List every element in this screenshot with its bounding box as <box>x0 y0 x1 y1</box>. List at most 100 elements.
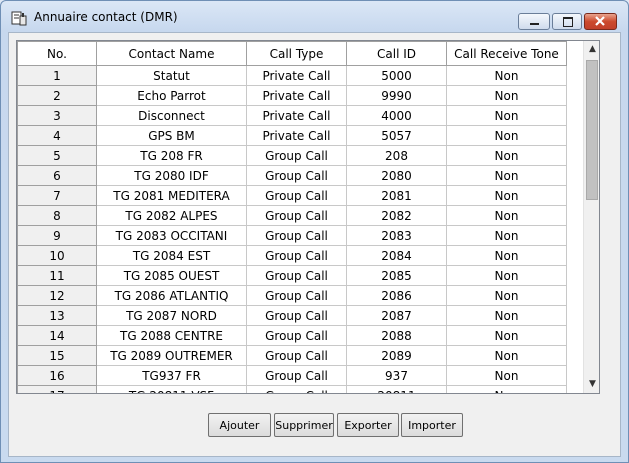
cell-no[interactable]: 10 <box>17 245 97 266</box>
cell-contact-name[interactable]: TG937 FR <box>96 365 247 386</box>
cell-call-receive-tone[interactable]: Non <box>446 285 567 306</box>
cell-call-type[interactable]: Group Call <box>246 205 347 226</box>
cell-no[interactable]: 6 <box>17 165 97 186</box>
cell-call-type[interactable]: Group Call <box>246 245 347 266</box>
close-button[interactable] <box>584 13 617 30</box>
cell-call-type[interactable]: Group Call <box>246 165 347 186</box>
table-row[interactable]: 12 TG 2086 ATLANTIQ Group Call 2086 Non <box>17 285 567 306</box>
cell-call-type[interactable]: Group Call <box>246 385 347 393</box>
cell-contact-name[interactable]: TG 2084 EST <box>96 245 247 266</box>
cell-no[interactable]: 17 <box>17 385 97 393</box>
table-row[interactable]: 6 TG 2080 IDF Group Call 2080 Non <box>17 165 567 186</box>
cell-call-receive-tone[interactable]: Non <box>446 245 567 266</box>
table-row[interactable]: 15 TG 2089 OUTREMER Group Call 2089 Non <box>17 345 567 366</box>
cell-no[interactable]: 4 <box>17 125 97 146</box>
cell-call-id[interactable]: 208 <box>346 145 447 166</box>
cell-contact-name[interactable]: TG 20811 VSF <box>96 385 247 393</box>
cell-no[interactable]: 7 <box>17 185 97 206</box>
table-row[interactable]: 1 Statut Private Call 5000 Non <box>17 65 567 86</box>
column-header-no[interactable]: No. <box>17 41 97 66</box>
scrollbar-thumb[interactable] <box>586 60 598 200</box>
table-row[interactable]: 17TG 20811 VSFGroup Call20811Non <box>17 385 567 393</box>
cell-call-id[interactable]: 2087 <box>346 305 447 326</box>
cell-contact-name[interactable]: TG 2088 CENTRE <box>96 325 247 346</box>
cell-call-type[interactable]: Group Call <box>246 345 347 366</box>
cell-contact-name[interactable]: TG 2086 ATLANTIQ <box>96 285 247 306</box>
table-row[interactable]: 16 TG937 FR Group Call 937 Non <box>17 365 567 386</box>
cell-call-type[interactable]: Group Call <box>246 145 347 166</box>
cell-call-id[interactable]: 2084 <box>346 245 447 266</box>
scroll-up-arrow-icon[interactable]: ▲ <box>584 41 599 58</box>
cell-contact-name[interactable]: Echo Parrot <box>96 85 247 106</box>
cell-contact-name[interactable]: TG 208 FR <box>96 145 247 166</box>
cell-no[interactable]: 13 <box>17 305 97 326</box>
cell-call-type[interactable]: Group Call <box>246 285 347 306</box>
cell-call-id[interactable]: 9990 <box>346 85 447 106</box>
cell-call-id[interactable]: 20811 <box>346 385 447 393</box>
cell-call-receive-tone[interactable]: Non <box>446 265 567 286</box>
cell-call-receive-tone[interactable]: Non <box>446 105 567 126</box>
cell-call-id[interactable]: 2088 <box>346 325 447 346</box>
delete-button[interactable]: Supprimer <box>274 413 334 437</box>
cell-call-id[interactable]: 2083 <box>346 225 447 246</box>
cell-contact-name[interactable]: TG 2081 MEDITERA <box>96 185 247 206</box>
cell-call-receive-tone[interactable]: Non <box>446 145 567 166</box>
column-header-call-receive-tone[interactable]: Call Receive Tone <box>446 41 567 66</box>
table-row[interactable]: 8 TG 2082 ALPES Group Call 2082 Non <box>17 205 567 226</box>
cell-contact-name[interactable]: TG 2083 OCCITANI <box>96 225 247 246</box>
cell-call-id[interactable]: 5000 <box>346 65 447 86</box>
cell-contact-name[interactable]: Statut <box>96 65 247 86</box>
export-button[interactable]: Exporter <box>337 413 399 437</box>
cell-contact-name[interactable]: TG 2087 NORD <box>96 305 247 326</box>
cell-call-type[interactable]: Private Call <box>246 105 347 126</box>
scroll-down-arrow-icon[interactable]: ▼ <box>584 376 599 393</box>
column-header-call-id[interactable]: Call ID <box>346 41 447 66</box>
cell-call-receive-tone[interactable]: Non <box>446 305 567 326</box>
cell-contact-name[interactable]: TG 2085 OUEST <box>96 265 247 286</box>
cell-no[interactable]: 8 <box>17 205 97 226</box>
cell-call-receive-tone[interactable]: Non <box>446 205 567 226</box>
cell-call-id[interactable]: 2085 <box>346 265 447 286</box>
cell-call-id[interactable]: 937 <box>346 365 447 386</box>
cell-no[interactable]: 15 <box>17 345 97 366</box>
cell-call-type[interactable]: Private Call <box>246 65 347 86</box>
column-header-contact-name[interactable]: Contact Name <box>96 41 247 66</box>
cell-no[interactable]: 11 <box>17 265 97 286</box>
cell-call-type[interactable]: Private Call <box>246 125 347 146</box>
cell-call-type[interactable]: Group Call <box>246 365 347 386</box>
table-row[interactable]: 7 TG 2081 MEDITERA Group Call 2081 Non <box>17 185 567 206</box>
table-row[interactable]: 11 TG 2085 OUEST Group Call 2085 Non <box>17 265 567 286</box>
cell-call-id[interactable]: 2082 <box>346 205 447 226</box>
cell-no[interactable]: 5 <box>17 145 97 166</box>
cell-call-receive-tone[interactable]: Non <box>446 85 567 106</box>
cell-call-receive-tone[interactable]: Non <box>446 185 567 206</box>
table-row[interactable]: 4 GPS BM Private Call 5057 Non <box>17 125 567 146</box>
cell-call-receive-tone[interactable]: Non <box>446 325 567 346</box>
cell-call-id[interactable]: 2080 <box>346 165 447 186</box>
import-button[interactable]: Importer <box>401 413 463 437</box>
cell-contact-name[interactable]: TG 2080 IDF <box>96 165 247 186</box>
table-row[interactable]: 5 TG 208 FR Group Call 208 Non <box>17 145 567 166</box>
cell-call-id[interactable]: 4000 <box>346 105 447 126</box>
cell-call-type[interactable]: Group Call <box>246 325 347 346</box>
minimize-button[interactable] <box>518 13 550 30</box>
table-row[interactable]: 3 Disconnect Private Call 4000 Non <box>17 105 567 126</box>
cell-no[interactable]: 14 <box>17 325 97 346</box>
vertical-scrollbar[interactable]: ▲ ▼ <box>583 41 599 393</box>
cell-call-type[interactable]: Group Call <box>246 185 347 206</box>
cell-call-id[interactable]: 5057 <box>346 125 447 146</box>
cell-no[interactable]: 2 <box>17 85 97 106</box>
cell-call-receive-tone[interactable]: Non <box>446 385 567 393</box>
cell-contact-name[interactable]: GPS BM <box>96 125 247 146</box>
cell-no[interactable]: 12 <box>17 285 97 306</box>
cell-contact-name[interactable]: TG 2089 OUTREMER <box>96 345 247 366</box>
cell-call-type[interactable]: Private Call <box>246 85 347 106</box>
table-row[interactable]: 14 TG 2088 CENTRE Group Call 2088 Non <box>17 325 567 346</box>
cell-call-receive-tone[interactable]: Non <box>446 125 567 146</box>
cell-contact-name[interactable]: TG 2082 ALPES <box>96 205 247 226</box>
title-bar[interactable]: Annuaire contact (DMR) <box>1 1 628 33</box>
cell-contact-name[interactable]: Disconnect <box>96 105 247 126</box>
table-row[interactable]: 10 TG 2084 EST Group Call 2084 Non <box>17 245 567 266</box>
table-row[interactable]: 9 TG 2083 OCCITANI Group Call 2083 Non <box>17 225 567 246</box>
cell-call-receive-tone[interactable]: Non <box>446 225 567 246</box>
